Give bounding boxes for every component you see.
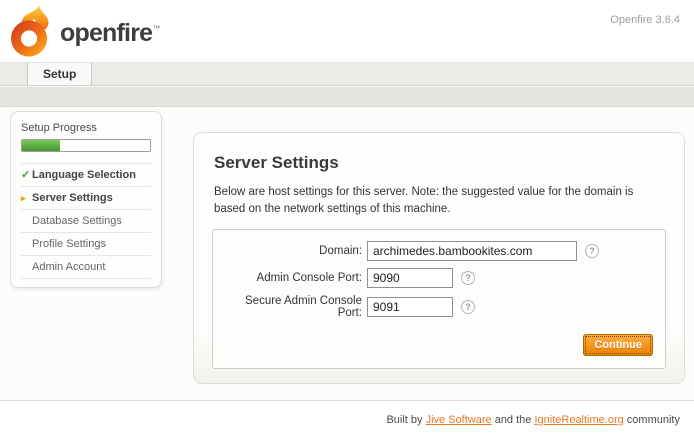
sidebar-item-label: Language Selection	[32, 169, 136, 181]
page-description: Below are host settings for this server.…	[214, 184, 666, 219]
domain-label: Domain:	[225, 245, 367, 257]
form-row-domain: Domain: ?	[225, 241, 653, 261]
openfire-logo: openfire™	[10, 5, 159, 62]
continue-button[interactable]: Continue	[583, 334, 653, 356]
sidebar-item-server-settings[interactable]: ▸ Server Settings	[21, 187, 151, 210]
footer-text: and the	[492, 414, 535, 426]
flame-logo-icon	[10, 5, 56, 62]
footer: Built by Jive Software and the IgniteRea…	[0, 400, 694, 438]
help-icon[interactable]: ?	[461, 300, 475, 314]
jive-software-link[interactable]: Jive Software	[426, 414, 492, 426]
footer-text: community	[624, 414, 680, 426]
sidebar-item-language-selection[interactable]: ✓ Language Selection	[21, 164, 151, 187]
sidebar-item-label: Database Settings	[32, 215, 122, 227]
arrow-right-icon: ▸	[21, 194, 32, 203]
check-icon: ✓	[21, 170, 32, 181]
domain-input[interactable]	[367, 241, 577, 261]
secure-port-label: Secure Admin Console Port:	[225, 295, 367, 319]
sidebar-item-profile-settings[interactable]: Profile Settings	[21, 233, 151, 256]
main-panel: Server Settings Below are host settings …	[193, 132, 685, 384]
setup-progress-sidebar: Setup Progress ✓ Language Selection ▸ Se…	[10, 111, 162, 288]
admin-console-port-input[interactable]	[367, 268, 453, 288]
version-label: Openfire 3.6.4	[610, 14, 680, 26]
sidebar-item-admin-account[interactable]: Admin Account	[21, 256, 151, 279]
form-row-admin-port: Admin Console Port: ?	[225, 268, 653, 288]
trademark: ™	[152, 24, 159, 33]
page-title: Server Settings	[214, 153, 666, 173]
form-row-secure-port: Secure Admin Console Port: ?	[225, 295, 653, 319]
progress-bar-fill	[22, 140, 60, 151]
sidebar-item-label: Server Settings	[32, 192, 113, 204]
help-icon[interactable]: ?	[461, 271, 475, 285]
content-area: Setup Progress ✓ Language Selection ▸ Se…	[0, 107, 694, 400]
tab-setup[interactable]: Setup	[27, 63, 92, 85]
setup-progress-title: Setup Progress	[21, 122, 151, 134]
igniterealtime-link[interactable]: IgniteRealtime.org	[534, 414, 623, 426]
sub-bar	[0, 86, 694, 107]
help-icon[interactable]: ?	[585, 244, 599, 258]
header: openfire™ Openfire 3.6.4	[0, 0, 694, 62]
footer-text: Built by	[386, 414, 425, 426]
sidebar-item-label: Admin Account	[32, 261, 105, 273]
setup-steps-menu: ✓ Language Selection ▸ Server Settings D…	[21, 163, 151, 279]
server-settings-form: Domain: ? Admin Console Port: ? Secure A…	[212, 229, 666, 369]
progress-bar	[21, 139, 151, 152]
admin-port-label: Admin Console Port:	[225, 272, 367, 284]
brand-name: openfire™	[60, 19, 159, 48]
secure-admin-console-port-input[interactable]	[367, 297, 453, 317]
sidebar-item-database-settings[interactable]: Database Settings	[21, 210, 151, 233]
button-row: Continue	[225, 334, 653, 356]
tab-bar: Setup	[0, 62, 694, 86]
sidebar-item-label: Profile Settings	[32, 238, 106, 250]
